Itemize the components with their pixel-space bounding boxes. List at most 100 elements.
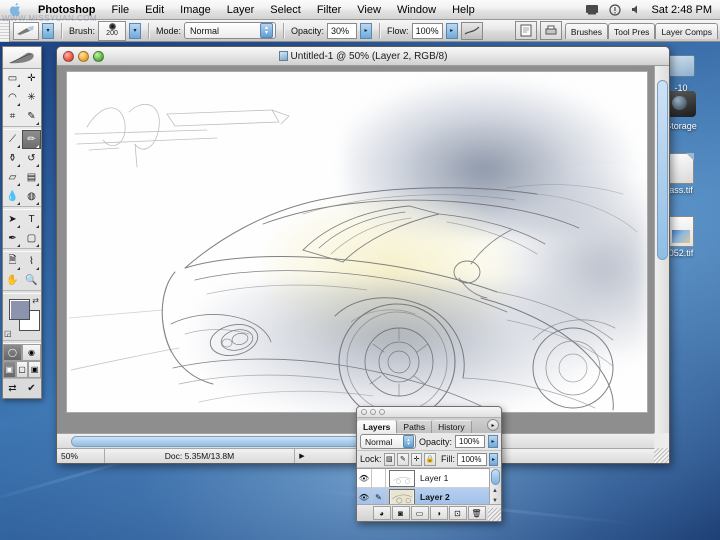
toolbox-retouch-paint-tools[interactable]: ⟋ ✏ ⚱ ↺ ▱ ▤ 💧 ◍ (3, 130, 41, 206)
eraser-tool-icon[interactable]: ▱ (3, 168, 22, 187)
magic-wand-tool-icon[interactable]: ✳ (22, 88, 41, 107)
fill-slider-arrow-icon[interactable]: ▸ (489, 452, 499, 466)
vertical-scroll-thumb[interactable] (657, 80, 668, 260)
palette-menu-icon[interactable]: ▸ (487, 419, 499, 431)
menubar-clock[interactable]: Sat 2:48 PM (647, 4, 720, 16)
layer-visibility-icon[interactable]: 👁 (357, 468, 372, 488)
blend-mode-select[interactable]: Normal ▴ ▾ (184, 22, 277, 39)
status-menu-arrow-icon[interactable]: ▶ (295, 452, 309, 460)
document-window[interactable]: Untitled-1 @ 50% (Layer 2, RGB/8) 50% Do… (56, 46, 670, 464)
menu-window[interactable]: Window (389, 0, 444, 20)
opacity-slider-arrow-icon[interactable]: ▸ (488, 435, 498, 448)
zoom-button[interactable] (93, 50, 104, 62)
close-button[interactable] (63, 50, 74, 62)
standard-mode-button[interactable]: ◯ (3, 344, 22, 361)
photoshop-feather-icon[interactable] (3, 47, 41, 69)
toolbox-annotation-nav-tools[interactable]: 🗎 ⌇ ✋ 🔍 (3, 252, 41, 290)
lock-position-button[interactable]: ✛ (410, 452, 423, 466)
tool-preset-chevron-down-icon[interactable]: ▾ (42, 22, 54, 39)
palette-well[interactable]: Brushes Tool Pres Layer Comps (564, 20, 718, 42)
document-titlebar[interactable]: Untitled-1 @ 50% (Layer 2, RGB/8) (57, 47, 669, 66)
brush-tool-icon[interactable]: ✏ (22, 130, 41, 149)
artwork-canvas[interactable] (67, 72, 647, 412)
window-resize-grip[interactable] (654, 448, 669, 463)
mode-group[interactable]: Mode: Normal ▴ ▾ (153, 22, 279, 39)
print-icon[interactable] (539, 21, 562, 40)
screen-modes[interactable]: ▣ ▢ ▣ (3, 361, 41, 378)
options-bar-grip[interactable] (0, 19, 10, 42)
swap-colors-icon[interactable]: ⇄ (32, 296, 39, 305)
opacity-input[interactable]: 30% (327, 22, 358, 39)
opacity-group[interactable]: Opacity: 30% ▸ (288, 22, 375, 39)
layers-list-scrollbar[interactable]: ▲ ▼ (489, 468, 501, 506)
fill-input[interactable]: 100% (457, 452, 488, 466)
layers-scroll-thumb[interactable] (491, 469, 500, 485)
palette-resize-grip[interactable] (488, 508, 501, 521)
shape-tool-icon[interactable]: ▢ (22, 229, 41, 248)
gradient-tool-icon[interactable]: ▤ (22, 168, 41, 187)
layer-style-button[interactable]: ◕ (372, 506, 391, 520)
mac-menubar[interactable]: Photoshop File Edit Image Layer Select F… (0, 0, 720, 20)
blend-mode-select[interactable]: Normal ▴ ▾ (360, 434, 416, 449)
apple-logo-icon[interactable] (0, 2, 30, 17)
tab-layers[interactable]: Layers (357, 420, 398, 433)
window-controls[interactable] (57, 50, 104, 62)
current-tool-group[interactable]: ▾ (10, 21, 57, 40)
palette-minimize-button[interactable] (370, 409, 376, 415)
palette-titlebar[interactable] (357, 407, 501, 418)
layers-palette[interactable]: Layers Paths History ▸ Normal ▴ ▾ Opacity… (356, 406, 502, 522)
layers-list[interactable]: 👁 Layer 1 👁 ✎ Layer 2 (357, 468, 489, 507)
flow-group[interactable]: Flow: 100% ▸ (384, 22, 461, 39)
new-layer-button[interactable]: ⊡ (448, 506, 467, 520)
volume-icon[interactable] (626, 4, 647, 15)
menu-filter[interactable]: Filter (309, 0, 349, 20)
chevron-updown-icon[interactable]: ▴ ▾ (260, 23, 274, 38)
standard-screen-mode-button[interactable]: ▣ (3, 361, 16, 378)
move-tool-icon[interactable]: ✛ (22, 69, 41, 88)
well-tab-brushes[interactable]: Brushes (564, 22, 608, 39)
tab-history[interactable]: History (432, 420, 472, 433)
file-browser-icon[interactable] (514, 21, 537, 40)
quick-mask-mode-button[interactable]: ◉ (22, 344, 41, 361)
history-brush-tool-icon[interactable]: ↺ (22, 149, 41, 168)
menu-file[interactable]: File (103, 0, 137, 20)
hand-tool-icon[interactable]: ✋ (3, 271, 22, 290)
new-group-button[interactable]: ▭ (410, 506, 429, 520)
chevron-updown-icon[interactable]: ▴ ▾ (402, 435, 414, 448)
new-adjustment-layer-button[interactable]: ◑ (429, 506, 448, 520)
menu-layer[interactable]: Layer (219, 0, 263, 20)
layer-name-label[interactable]: Layer 1 (418, 473, 448, 483)
well-tab-tool-presets[interactable]: Tool Pres (608, 22, 656, 39)
menu-view[interactable]: View (349, 0, 389, 20)
type-tool-icon[interactable]: T (22, 210, 41, 229)
full-screen-menubar-mode-button[interactable]: ▢ (15, 361, 29, 378)
tab-paths[interactable]: Paths (397, 420, 433, 433)
palette-close-button[interactable] (361, 409, 367, 415)
menu-edit[interactable]: Edit (137, 0, 172, 20)
scroll-up-arrow-icon[interactable]: ▲ (492, 488, 498, 494)
jump-to-imageready-button[interactable]: ⇄ (3, 379, 22, 398)
layer-thumbnail[interactable] (389, 488, 415, 506)
menu-image[interactable]: Image (172, 0, 219, 20)
lasso-tool-icon[interactable]: ◠ (3, 88, 22, 107)
photoshop-toolbox[interactable]: ▭ ✛ ◠ ✳ ⌗ ✎ ⟋ ✏ ⚱ ↺ ▱ ▤ 💧 ◍ ➤ T ✒ ▢ 🗎 ⌇ … (2, 46, 42, 399)
display-icon[interactable] (580, 4, 604, 15)
zoom-level-field[interactable]: 50% (57, 448, 105, 463)
opacity-slider-arrow-icon[interactable]: ▸ (360, 22, 373, 39)
slice-tool-icon[interactable]: ✎ (22, 107, 41, 126)
toolbox-selection-tools[interactable]: ▭ ✛ ◠ ✳ ⌗ ✎ (3, 69, 41, 126)
menu-help[interactable]: Help (444, 0, 483, 20)
pen-tool-icon[interactable]: ✒ (3, 229, 22, 248)
layers-palette-toolbar[interactable]: ◕ ◙ ▭ ◑ ⊡ 🗑 (357, 504, 501, 521)
delete-layer-button[interactable]: 🗑 (467, 506, 486, 520)
flow-input[interactable]: 100% (411, 22, 443, 39)
notes-tool-icon[interactable]: 🗎 (3, 252, 22, 271)
lock-all-button[interactable]: 🔒 (424, 452, 437, 466)
default-colors-icon[interactable]: ◲ (4, 329, 12, 338)
color-swatches[interactable]: ⇄ ◲ (3, 294, 41, 340)
toolbox-vector-tools[interactable]: ➤ T ✒ ▢ (3, 210, 41, 248)
tool-options-bar[interactable]: ▾ Brush: 200 ▾ Mode: Normal ▴ ▾ Opacity: … (0, 19, 720, 42)
brush-preview[interactable]: 200 (98, 20, 127, 41)
menu-select[interactable]: Select (262, 0, 309, 20)
marquee-tool-icon[interactable]: ▭ (3, 69, 22, 88)
